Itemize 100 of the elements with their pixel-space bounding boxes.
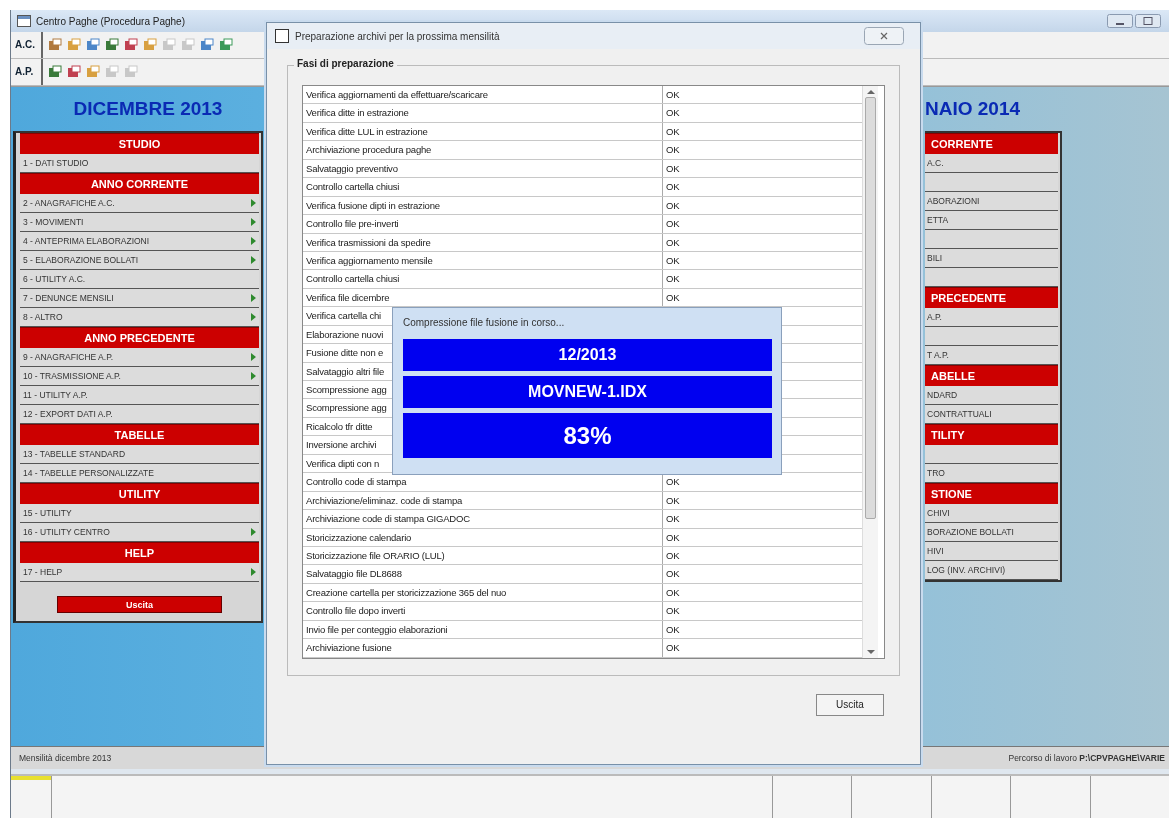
menu-item[interactable]: 1 - DATI STUDIO (20, 154, 259, 173)
menu-item[interactable]: 14 - TABELLE PERSONALIZZATE (20, 464, 259, 483)
table-cell: Archiviazione procedura paghe (303, 141, 663, 159)
section-header: TILITY (925, 424, 1058, 445)
table-cell: Verifica aggiornamento mensile (303, 251, 663, 270)
table-cell: Controllo file pre-inverti (303, 215, 663, 233)
table-cell: Salvataggio file DL8688 (303, 565, 663, 583)
month-title: NAIO 2014 (925, 97, 1022, 121)
table-cell: Verifica aggiornamenti da effettuare/scaricare (303, 86, 663, 104)
group-label: Fasi di preparazione (294, 58, 397, 69)
toolbar-label: A.C. (11, 32, 43, 58)
scroll-up-icon[interactable] (866, 89, 875, 95)
menu-item[interactable]: 6 - UTILITY A.C. (20, 270, 259, 289)
toolbar-icon[interactable] (86, 38, 100, 52)
menu-item[interactable]: 16 - UTILITY CENTRO (20, 523, 259, 542)
menu-item[interactable]: 2 - ANAGRAFICHE A.C. (20, 194, 259, 213)
menu-item[interactable]: 3 - MOVIMENTI (20, 213, 259, 232)
section-header: STUDIO (20, 133, 259, 154)
menu-item[interactable]: HIVI (925, 542, 1058, 561)
menu-item[interactable]: 13 - TABELLE STANDARD (20, 445, 259, 464)
table-cell-text: OK (665, 106, 681, 121)
menu-item[interactable]: 9 - ANAGRAFICHE A.P. (20, 348, 259, 367)
month-title: DICEMBRE 2013 (72, 97, 224, 121)
toolbar-icon[interactable] (48, 38, 62, 52)
window-icon (275, 29, 289, 43)
minimize-icon[interactable] (1107, 14, 1133, 28)
scroll-down-icon[interactable] (866, 648, 875, 655)
table-cell-text: OK (665, 530, 681, 545)
menu-item[interactable] (925, 173, 1058, 192)
toolbar-icon[interactable] (86, 65, 100, 79)
table-cell: Verifica ditte LUL in estrazione (303, 122, 663, 141)
table-cell-text: OK (665, 143, 681, 158)
menu-item[interactable]: 4 - ANTEPRIMA ELABORAZIONI (20, 232, 259, 251)
table-cell-text: OK (665, 88, 681, 102)
table-cell: Verifica trasmissioni da spedire (303, 233, 663, 251)
table-cell-text: OK (665, 604, 681, 619)
menu-item[interactable]: CONTRATTUALI (925, 405, 1058, 424)
table-cell: Controllo cartella chiusi (303, 178, 663, 196)
table-cell-text: OK (665, 217, 681, 232)
menu-item[interactable]: LOG (INV. ARCHIVI) (925, 561, 1058, 580)
dialog-title: Preparazione archivi per la prossima mensilità (295, 30, 501, 42)
section-header: CORRENTE (925, 133, 1058, 154)
toolbar-icon[interactable] (67, 38, 81, 52)
window-title: Centro Paghe (Procedura Paghe) (36, 15, 185, 27)
period-display: 12/2013 (403, 339, 772, 371)
menu-item[interactable]: ETTA (925, 211, 1058, 230)
section-header: PRECEDENTE (925, 287, 1058, 308)
menu-item[interactable]: 17 - HELP (20, 563, 259, 582)
section-header: STIONE (925, 483, 1058, 504)
section-header: ANNO CORRENTE (20, 173, 259, 194)
scroll-thumb[interactable] (865, 97, 876, 519)
window-icon (17, 15, 31, 27)
table-cell-text: OK (665, 493, 681, 508)
table-cell-text: OK (665, 548, 681, 563)
toolbar-icon[interactable] (200, 38, 214, 52)
maximize-icon[interactable] (1135, 14, 1161, 28)
menu-item[interactable] (925, 327, 1058, 346)
menu-item[interactable]: TRO (925, 464, 1058, 483)
menu-item[interactable]: A.C. (925, 154, 1058, 173)
toolbar-icon[interactable] (105, 38, 119, 52)
close-icon[interactable] (864, 27, 904, 45)
status-text: Mensilità dicembre 2013 (19, 753, 112, 763)
toolbar-label: A.P. (11, 59, 43, 85)
table-cell: Storicizzazione file ORARIO (LUL) (303, 546, 663, 565)
toolbar-icon[interactable] (48, 65, 62, 79)
work-path-text: Percorso di lavoro P:\CPVPAGHE\VARIE (1008, 753, 1165, 763)
table-cell: Controllo file dopo inverti (303, 602, 663, 620)
menu-item[interactable]: 11 - UTILITY A.P. (20, 386, 259, 405)
table-cell-text: OK (665, 290, 681, 305)
menu-item[interactable] (925, 445, 1058, 464)
menu-item[interactable]: 10 - TRASMISSIONE A.P. (20, 367, 259, 386)
menu-item[interactable]: 5 - ELABORAZIONE BOLLATI (20, 251, 259, 270)
exit-button[interactable]: Uscita (57, 596, 222, 613)
toolbar-icon[interactable] (143, 38, 157, 52)
menu-item[interactable]: NDARD (925, 386, 1058, 405)
menu-item[interactable] (925, 230, 1058, 249)
menu-item[interactable]: 15 - UTILITY (20, 504, 259, 523)
menu-item[interactable] (925, 268, 1058, 287)
toolbar-icon[interactable] (67, 65, 81, 79)
menu-item[interactable]: BORAZIONE BOLLATI (925, 523, 1058, 542)
table-cell-text: OK (665, 253, 681, 268)
menu-item[interactable]: BILI (925, 249, 1058, 268)
menu-item[interactable]: 8 - ALTRO (20, 308, 259, 327)
table-cell-text: OK (665, 641, 681, 656)
toolbar-icon[interactable] (124, 38, 138, 52)
table-cell-text: OK (665, 198, 681, 213)
menu-item[interactable]: T A.P. (925, 346, 1058, 365)
menu-item[interactable]: A.P. (925, 308, 1058, 327)
table-cell-text: OK (665, 622, 681, 637)
scrollbar[interactable] (862, 86, 878, 658)
menu-item[interactable]: CHIVI (925, 504, 1058, 523)
menu-item[interactable]: 7 - DENUNCE MENSILI (20, 289, 259, 308)
table-cell: Storicizzazione calendario (303, 528, 663, 546)
toolbar-icon[interactable] (219, 38, 233, 52)
table-cell: Salvataggio preventivo (303, 159, 663, 178)
table-cell: Invio file per conteggio elaborazioni (303, 620, 663, 639)
exit-button[interactable]: Uscita (816, 693, 884, 716)
menu-item[interactable]: ABORAZIONI (925, 192, 1058, 211)
section-header: HELP (20, 542, 259, 563)
menu-item[interactable]: 12 - EXPORT DATI A.P. (20, 405, 259, 424)
